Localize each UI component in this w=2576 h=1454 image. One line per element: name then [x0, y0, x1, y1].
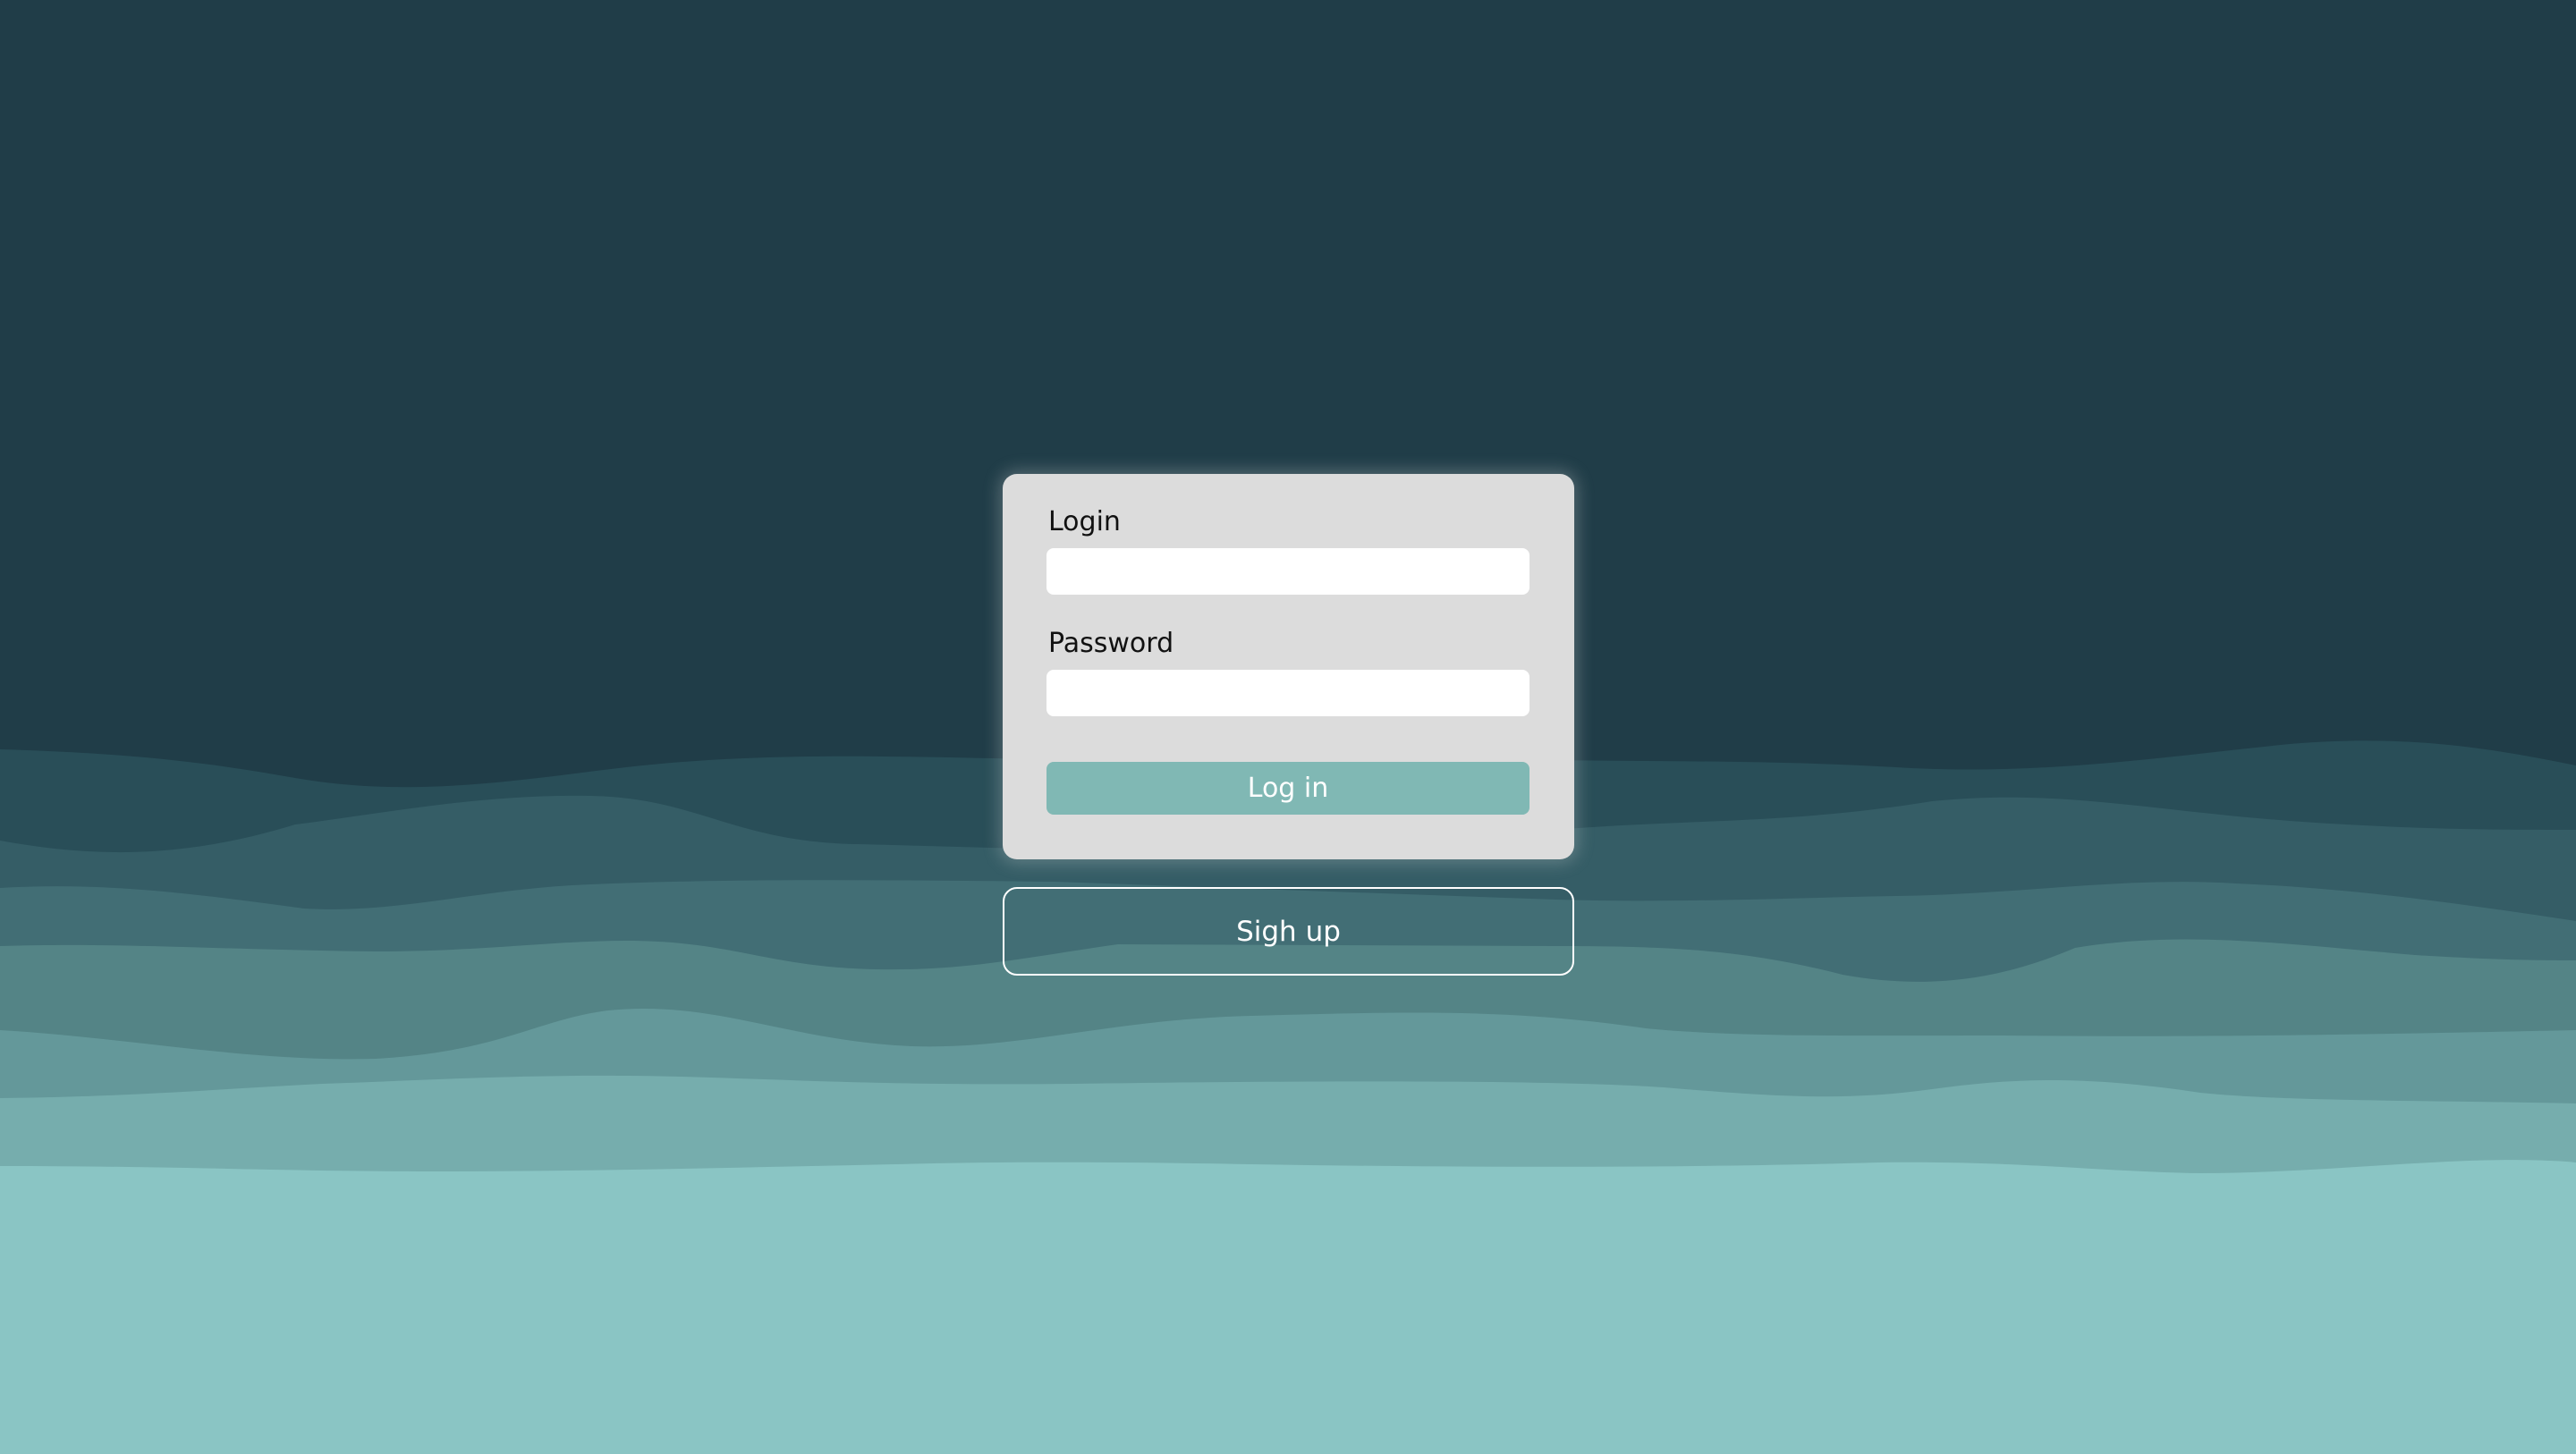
login-card: Login Password Log in [1003, 474, 1574, 859]
wave-layer-7 [0, 1160, 2576, 1454]
login-field-label: Login [1048, 506, 1121, 537]
login-page: Login Password Log in Sigh up [0, 0, 2576, 1454]
log-in-button[interactable]: Log in [1046, 762, 1530, 815]
password-input[interactable] [1046, 670, 1530, 716]
password-field-label: Password [1048, 628, 1174, 659]
login-input[interactable] [1046, 548, 1530, 595]
sign-up-button[interactable]: Sigh up [1003, 887, 1574, 976]
